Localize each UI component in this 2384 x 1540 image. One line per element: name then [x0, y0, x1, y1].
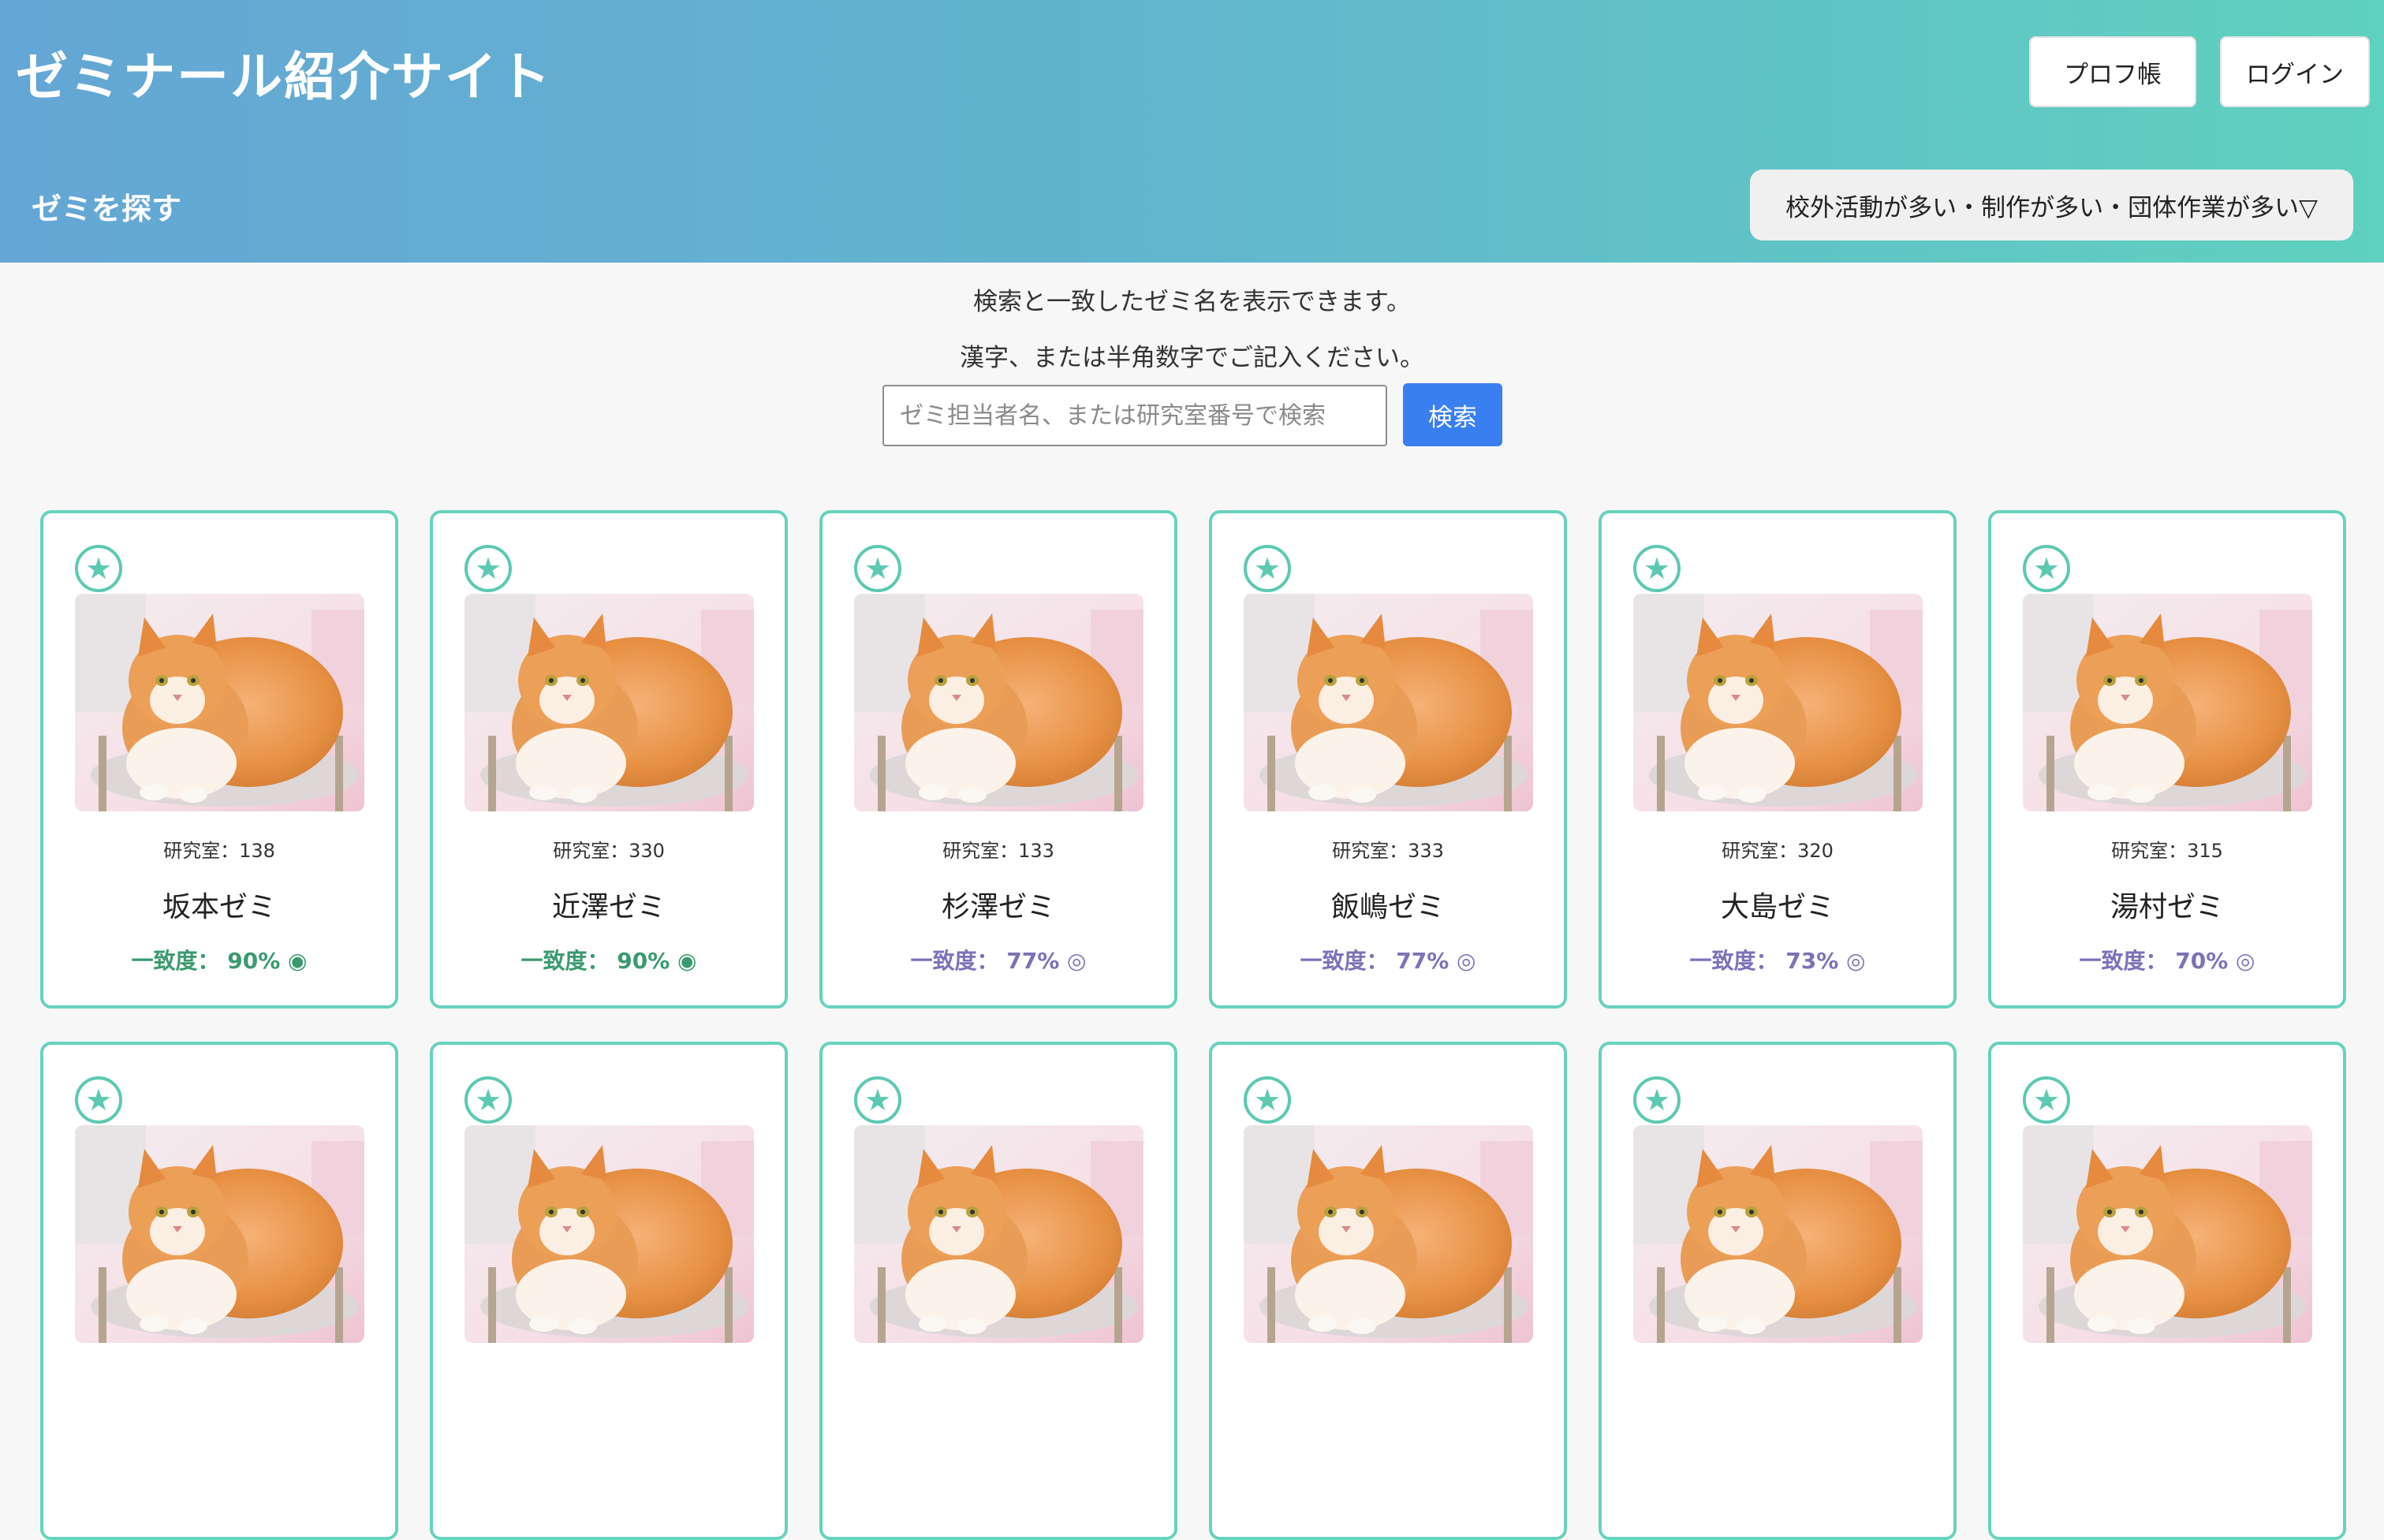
zemi-card[interactable]: ★ 研究室：133 杉澤ゼミ一致度： 77% ◎ [819, 510, 1177, 1009]
star-icon[interactable]: ★ [2023, 545, 2070, 592]
zemi-name: 飯嶋ゼミ [1330, 891, 1445, 923]
zemi-photo [1633, 1125, 1923, 1343]
zemi-card[interactable]: ★ 研究室：320 大島ゼミ一致度： 73% ◎ [1599, 510, 1957, 1009]
star-icon[interactable]: ★ [854, 1076, 901, 1124]
zemi-photo [1244, 1125, 1533, 1343]
match-score: 一致度： 70% ◎ [2079, 948, 2255, 974]
login-button[interactable]: ログイン [2220, 36, 2370, 107]
zemi-name: 湯村ゼミ [2110, 891, 2224, 923]
zemi-photo [854, 1125, 1143, 1343]
zemi-photo [1244, 594, 1533, 811]
match-score: 一致度： 77% ◎ [1300, 948, 1476, 974]
room-number: 研究室：330 [553, 840, 665, 862]
room-number: 研究室：133 [942, 840, 1054, 862]
star-icon[interactable]: ★ [1244, 1076, 1291, 1124]
zemi-card[interactable]: ★ 研究室：333 飯嶋ゼミ一致度： 77% ◎ [1209, 510, 1567, 1009]
zemi-card[interactable]: ★ 研究室：330 近澤ゼミ一致度： 90% ◉ [430, 510, 788, 1009]
site-header: ゼミナール紹介サイト プロフ帳 ログイン ゼミを探す 校外活動が多い・制作が多い… [0, 0, 2384, 263]
profile-button[interactable]: プロフ帳 [2029, 36, 2196, 107]
star-icon[interactable]: ★ [75, 545, 122, 592]
zemi-name: 大島ゼミ [1720, 891, 1834, 923]
star-icon[interactable]: ★ [2023, 1076, 2070, 1124]
zemi-card[interactable]: ★ [1988, 1042, 2346, 1540]
search-button[interactable]: 検索 [1403, 383, 1502, 446]
zemi-photo [2023, 1125, 2312, 1343]
star-icon[interactable]: ★ [1244, 545, 1291, 592]
filter-dropdown[interactable]: 校外活動が多い・制作が多い・団体作業が多い▽ [1750, 170, 2353, 241]
zemi-card[interactable]: ★ 研究室：138 坂本ゼミ一致度： 90% ◉ [40, 510, 398, 1009]
zemi-photo [464, 594, 754, 811]
zemi-card[interactable]: ★ [1599, 1042, 1957, 1540]
match-score: 一致度： 90% ◉ [131, 948, 308, 974]
zemi-card[interactable]: ★ [1209, 1042, 1567, 1540]
star-icon[interactable]: ★ [464, 1076, 512, 1124]
room-number: 研究室：333 [1332, 840, 1444, 862]
zemi-photo [464, 1125, 754, 1343]
star-icon[interactable]: ★ [464, 545, 512, 592]
room-number: 研究室：315 [2111, 840, 2223, 862]
search-input[interactable] [882, 385, 1387, 446]
zemi-photo [75, 594, 364, 811]
zemi-card[interactable]: ★ [819, 1042, 1177, 1540]
search-description-line2: 漢字、または半角数字でご記入ください。 [960, 344, 1424, 372]
match-score: 一致度： 77% ◎ [910, 948, 1087, 974]
star-icon[interactable]: ★ [75, 1076, 122, 1124]
room-number: 研究室：138 [163, 840, 275, 862]
zemi-card[interactable]: ★ [40, 1042, 398, 1540]
search-zemi-label: ゼミを探す [32, 192, 182, 226]
zemi-card[interactable]: ★ 研究室：315 湯村ゼミ一致度： 70% ◎ [1988, 510, 2346, 1009]
star-icon[interactable]: ★ [1633, 545, 1681, 592]
zemi-name: 杉澤ゼミ [941, 891, 1055, 923]
star-icon[interactable]: ★ [854, 545, 901, 592]
star-icon[interactable]: ★ [1633, 1076, 1681, 1124]
zemi-card[interactable]: ★ [430, 1042, 788, 1540]
zemi-photo [854, 594, 1143, 811]
zemi-photo [2023, 594, 2312, 811]
site-title[interactable]: ゼミナール紹介サイト [16, 35, 552, 110]
zemi-photo [75, 1125, 364, 1343]
match-score: 一致度： 90% ◉ [520, 948, 697, 974]
zemi-photo [1633, 594, 1923, 811]
match-score: 一致度： 73% ◎ [1689, 948, 1866, 974]
zemi-name: 坂本ゼミ [162, 891, 276, 923]
search-description-line1: 検索と一致したゼミ名を表示できます。 [973, 288, 1411, 316]
zemi-name: 近澤ゼミ [551, 891, 666, 923]
room-number: 研究室：320 [1722, 840, 1834, 862]
